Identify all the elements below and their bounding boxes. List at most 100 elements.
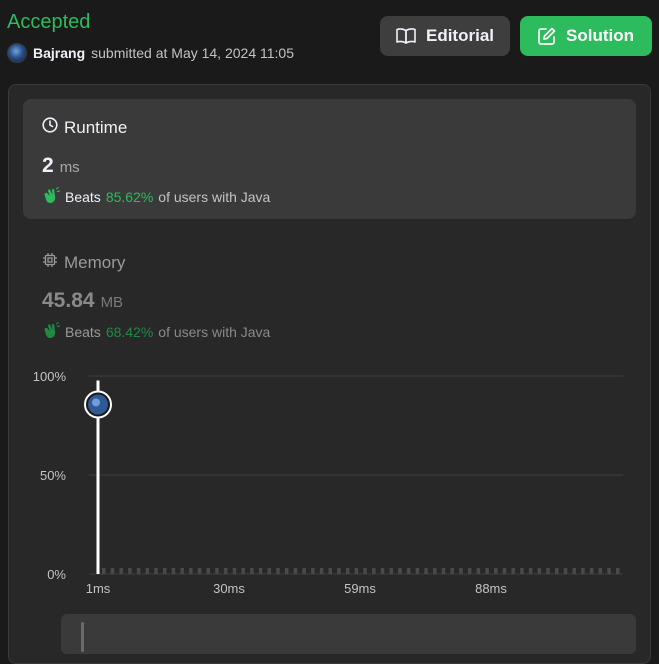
distribution-bar <box>276 568 280 574</box>
distribution-bar <box>241 568 245 574</box>
distribution-bar <box>206 568 211 574</box>
y-tick-label: 50% <box>40 468 66 483</box>
distribution-bar <box>398 568 402 574</box>
runtime-title-label: Runtime <box>64 117 128 137</box>
runtime-metric: 2 ms <box>42 154 80 178</box>
avatar[interactable] <box>7 43 27 63</box>
distribution-bar <box>197 568 202 574</box>
runtime-distribution-chart[interactable]: 100% 50% 0% 1ms 30ms 59ms 88ms <box>0 360 659 600</box>
distribution-bar <box>311 568 315 574</box>
runtime-beats-suffix: of users with Java <box>158 188 271 205</box>
username-link[interactable]: Bajrang <box>33 45 85 61</box>
distribution-bar <box>502 568 507 574</box>
distribution-bar <box>128 568 132 574</box>
distribution-bar <box>546 568 550 574</box>
solution-label: Solution <box>566 26 634 45</box>
distribution-bar <box>293 568 298 574</box>
solution-button[interactable]: Solution <box>520 16 652 56</box>
distribution-bar <box>528 568 533 574</box>
distribution-bar <box>607 568 611 574</box>
runtime-unit: ms <box>59 159 80 176</box>
memory-unit: MB <box>100 294 124 311</box>
runtime-value: 2 <box>42 154 54 177</box>
distribution-bar <box>354 568 359 574</box>
chip-icon <box>42 252 58 273</box>
x-tick-label: 88ms <box>475 581 507 596</box>
distribution-bar <box>328 568 333 574</box>
edit-icon <box>538 27 556 45</box>
distribution-bar <box>180 568 184 574</box>
memory-title-label: Memory <box>64 252 126 272</box>
distribution-bar <box>485 568 489 574</box>
memory-beats: Beats 68.42% of users with Java <box>42 321 270 342</box>
editorial-label: Editorial <box>425 26 494 45</box>
memory-beats-suffix: of users with Java <box>158 323 271 340</box>
runtime-title: Runtime <box>42 117 127 138</box>
clap-icon <box>42 321 61 342</box>
distribution-bar <box>232 568 237 574</box>
runtime-beats: Beats 85.62% of users with Java <box>42 186 270 207</box>
distribution-bar <box>145 568 150 574</box>
distribution-bar <box>424 568 428 574</box>
runtime-card[interactable]: Runtime 2 ms Beats 85.62% of users with … <box>23 99 636 219</box>
memory-card[interactable]: Memory 45.84 MB Beats 68.42% of users wi… <box>23 234 636 354</box>
distribution-bar <box>459 568 463 574</box>
memory-title: Memory <box>42 252 125 273</box>
runtime-beats-label: Beats <box>65 188 101 205</box>
distribution-bar <box>363 568 367 574</box>
distribution-bar <box>215 568 219 574</box>
memory-beats-percent: 68.42% <box>105 323 154 340</box>
distribution-bar <box>319 568 324 574</box>
distribution-bar <box>337 568 341 574</box>
user-marker-avatar-highlight <box>92 398 100 407</box>
memory-beats-label: Beats <box>65 323 101 340</box>
code-preview-handle <box>81 622 84 652</box>
distribution-bar <box>406 568 411 574</box>
clock-icon <box>42 117 58 138</box>
distribution-bar <box>154 568 158 574</box>
x-tick-label: 1ms <box>86 581 111 596</box>
distribution-bar <box>345 568 350 574</box>
submitted-at-text: submitted at May 14, 2024 11:05 <box>91 45 294 61</box>
distribution-bar <box>441 568 446 574</box>
distribution-bar <box>511 568 515 574</box>
y-tick-label: 0% <box>47 567 66 582</box>
x-tick-label: 30ms <box>213 581 245 596</box>
y-tick-label: 100% <box>33 369 67 384</box>
distribution-bar <box>223 568 228 574</box>
distribution-bar <box>250 568 254 574</box>
x-tick-label: 59ms <box>344 581 376 596</box>
distribution-bar <box>284 568 289 574</box>
distribution-bar <box>171 568 176 574</box>
submission-header: Accepted Bajrang submitted at May 14, 20… <box>0 0 659 80</box>
distribution-bar <box>555 568 559 574</box>
memory-metric: 45.84 MB <box>42 289 123 313</box>
distribution-bar <box>598 568 603 574</box>
distribution-bar <box>372 568 376 574</box>
distribution-bar <box>476 568 481 574</box>
submitter-row: Bajrang submitted at May 14, 2024 11:05 <box>7 43 294 63</box>
editorial-button[interactable]: Editorial <box>380 16 510 56</box>
code-preview-bar[interactable] <box>61 614 636 654</box>
distribution-bar <box>572 568 576 574</box>
distribution-bar <box>389 568 393 574</box>
distribution-bar <box>433 568 437 574</box>
distribution-bar <box>563 568 568 574</box>
submission-status: Accepted <box>7 11 91 33</box>
memory-value: 45.84 <box>42 289 95 312</box>
distribution-bar <box>110 568 115 574</box>
book-icon <box>396 27 416 45</box>
distribution-bar <box>380 568 385 574</box>
distribution-bar <box>162 568 167 574</box>
distribution-bar <box>302 568 306 574</box>
distribution-bar <box>520 568 524 574</box>
distribution-bar <box>467 568 472 574</box>
distribution-bar <box>537 568 542 574</box>
chart-svg: 100% 50% 0% 1ms 30ms 59ms 88ms <box>33 369 623 596</box>
distribution-bar <box>450 568 454 574</box>
distribution-bar <box>415 568 420 574</box>
distribution-bar <box>189 568 193 574</box>
distribution-bar <box>102 568 106 574</box>
distribution-bar <box>581 568 585 574</box>
distribution-bar <box>136 568 141 574</box>
